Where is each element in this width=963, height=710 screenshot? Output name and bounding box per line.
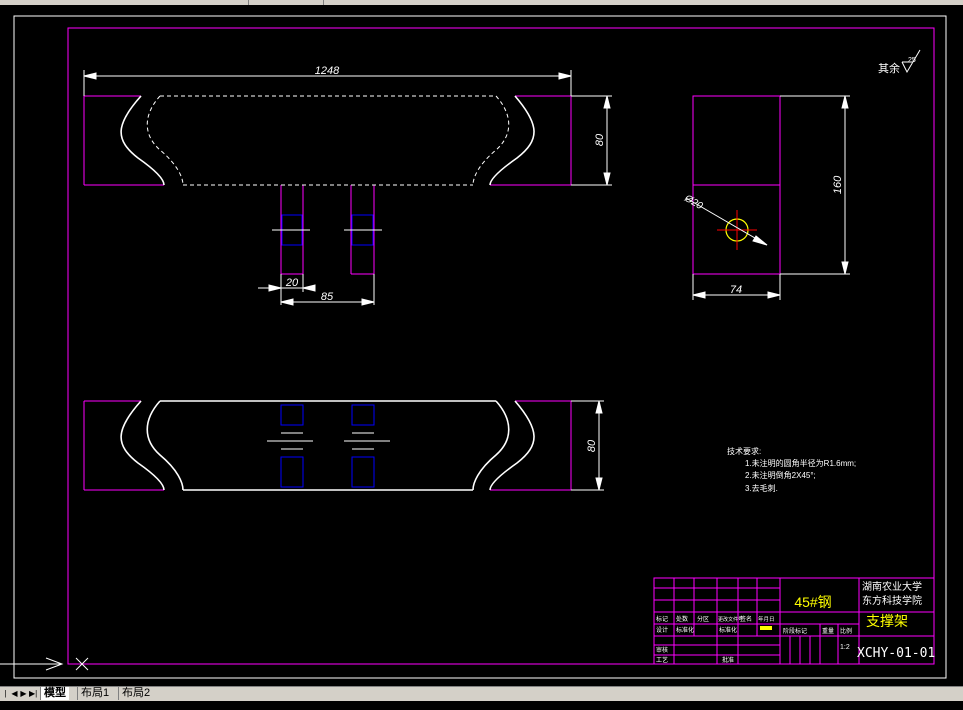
tb-drawing-number: XCHY-01-01 bbox=[857, 646, 935, 661]
tb-label-standardize-left: 标准化 bbox=[676, 626, 694, 634]
tb-label-weight: 重量 bbox=[822, 627, 834, 635]
front-curved-edges bbox=[120, 95, 535, 186]
tb-label-standardize-right: 标准化 bbox=[719, 626, 737, 634]
top-centerlines bbox=[267, 432, 390, 450]
tb-part-name: 支撑架 bbox=[866, 613, 908, 629]
tb-label-design: 设计 bbox=[656, 626, 668, 634]
tb-label-stage-mark: 阶段标记 bbox=[783, 627, 807, 635]
tb-school-line2: 东方科技学院 bbox=[862, 594, 922, 607]
tb-label-signature: 签名 bbox=[740, 615, 752, 623]
top-curved-edges bbox=[120, 400, 535, 491]
first-tab-icon[interactable]: |◀ bbox=[2, 688, 9, 709]
top-view bbox=[83, 400, 572, 491]
last-tab-icon[interactable]: ▶| bbox=[29, 688, 37, 699]
tb-material: 45#钢 bbox=[794, 594, 831, 610]
dim-top-height-label: 80 bbox=[586, 439, 598, 452]
tab-model[interactable]: 模型 bbox=[40, 687, 69, 700]
dim-slot-spacing-label: 85 bbox=[321, 291, 334, 303]
tb-label-count: 处数 bbox=[676, 615, 688, 623]
tb-label-scale: 比例 bbox=[840, 627, 852, 635]
layout-tab-bar: |◀ ◀ ▶ ▶| 模型 布局1 布局2 bbox=[0, 686, 963, 709]
tb-label-zone: 分区 bbox=[697, 615, 709, 623]
side-hole bbox=[717, 210, 757, 250]
drawing-canvas[interactable]: 1248 80 20 85 Ø20 160 74 其余 25 80 技术要求: … bbox=[0, 5, 963, 686]
next-tab-icon[interactable]: ▶ bbox=[20, 688, 27, 699]
prev-tab-icon[interactable]: ◀ bbox=[11, 688, 18, 699]
tb-label-approve: 批准 bbox=[722, 656, 734, 664]
tb-label-mark: 标记 bbox=[656, 615, 668, 623]
tb-label-date: 年月日 bbox=[758, 615, 775, 623]
dim-side-width-label: 74 bbox=[730, 284, 742, 296]
front-view bbox=[83, 95, 572, 275]
roughness-value: 25 bbox=[908, 57, 916, 64]
tech-requirements-title: 技术要求: bbox=[727, 446, 761, 456]
dim-overall-length-label: 1248 bbox=[315, 65, 340, 77]
roughness-note: 其余 bbox=[878, 61, 900, 75]
tech-requirement-item: 3.去毛刺. bbox=[745, 483, 778, 493]
tech-requirement-item: 2.未注明倒角2X45°; bbox=[745, 470, 816, 480]
dim-front-height-label: 80 bbox=[594, 133, 606, 146]
title-block-highlight bbox=[760, 626, 772, 630]
tab-layout2[interactable]: 布局2 bbox=[118, 687, 153, 700]
outer-border bbox=[13, 15, 947, 679]
tb-school-line1: 湖南农业大学 bbox=[862, 580, 922, 593]
tb-scale-value: 1:2 bbox=[840, 644, 850, 651]
tb-label-review: 审核 bbox=[656, 646, 668, 654]
tb-label-process: 工艺 bbox=[656, 656, 668, 664]
top-stem-outlines bbox=[280, 404, 375, 488]
drawing-frame bbox=[67, 27, 935, 665]
dim-slot-width-label: 20 bbox=[285, 277, 299, 289]
tech-requirement-item: 1.未注明的圆角半径为R1.6mm; bbox=[745, 458, 856, 468]
tab-layout1[interactable]: 布局1 bbox=[77, 687, 112, 700]
front-hidden-lines bbox=[146, 95, 510, 186]
dim-side-height-label: 160 bbox=[832, 175, 844, 194]
